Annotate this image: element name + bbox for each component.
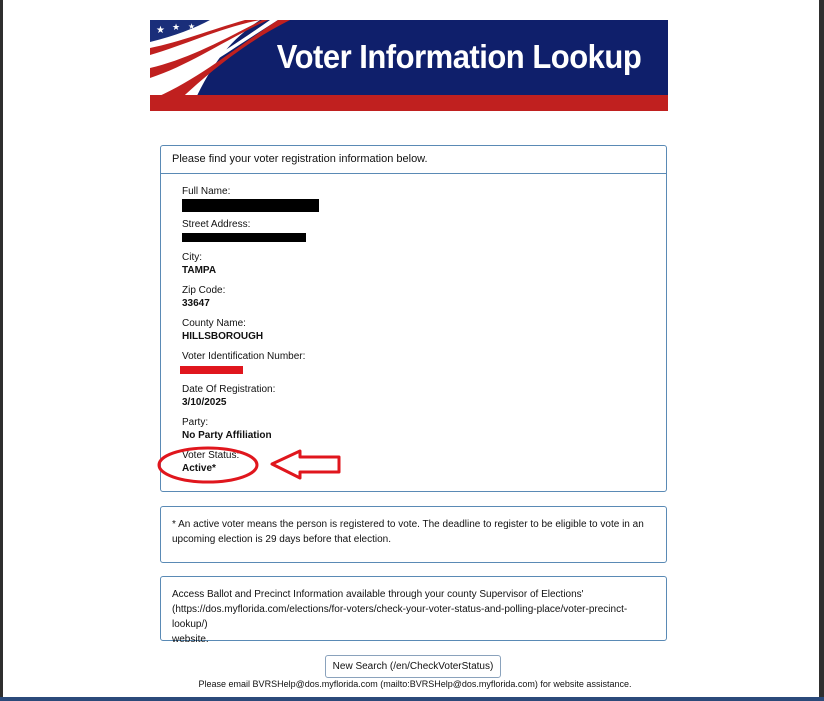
panel-heading: Please find your voter registration info… <box>161 146 666 174</box>
street-address-label: Street Address: <box>182 219 251 230</box>
status-value: Active* <box>182 463 216 474</box>
county-field: County Name: HILLSBOROUGH <box>182 318 263 342</box>
county-value: HILLSBOROUGH <box>182 331 264 342</box>
footer-help-text: Please email BVRSHelp@dos.myflorida.com … <box>198 679 632 689</box>
registration-date-field: Date Of Registration: 3/10/2025 <box>182 384 275 408</box>
access-text-line1: Access Ballot and Precinct Information a… <box>172 589 584 600</box>
active-voter-note: * An active voter means the person is re… <box>160 506 667 563</box>
full-name-label: Full Name: <box>182 186 231 197</box>
voter-id-redaction <box>180 366 243 374</box>
new-search-button[interactable]: New Search (/en/CheckVoterStatus) <box>325 655 501 678</box>
party-field: Party: No Party Affiliation <box>182 417 272 441</box>
access-text-line3: website. <box>172 634 209 645</box>
city-label: City: <box>182 252 202 263</box>
window-bottom-edge <box>0 697 824 701</box>
ballot-access-panel: Access Ballot and Precinct Information a… <box>160 576 667 645</box>
full-name-field: Full Name: <box>182 186 230 197</box>
county-label: County Name: <box>182 318 246 329</box>
party-label: Party: <box>182 417 209 428</box>
voter-id-label: Voter Identification Number: <box>182 351 306 362</box>
zip-code-value: 33647 <box>182 298 210 309</box>
voter-info-panel: Please find your voter registration info… <box>160 145 667 492</box>
header-banner: ★ ★ ★ Voter Information Lookup <box>150 20 668 111</box>
registration-date-label: Date Of Registration: <box>182 384 276 395</box>
access-link[interactable]: (https://dos.myflorida.com/elections/for… <box>172 602 655 632</box>
status-label: Voter Status: <box>182 450 240 461</box>
street-address-redaction <box>182 233 306 242</box>
zip-code-field: Zip Code: 33647 <box>182 285 225 309</box>
street-address-field: Street Address: <box>182 219 250 230</box>
page: ★ ★ ★ Voter Information Lookup Please fi… <box>3 0 819 697</box>
svg-text:★: ★ <box>156 25 165 36</box>
banner-title: Voter Information Lookup <box>276 37 642 76</box>
banner-red-stripe <box>150 95 668 111</box>
registration-date-value: 3/10/2025 <box>182 397 227 408</box>
party-value: No Party Affiliation <box>182 430 272 441</box>
full-name-redaction <box>182 199 319 212</box>
svg-text:★: ★ <box>188 22 195 31</box>
zip-code-label: Zip Code: <box>182 285 226 296</box>
svg-text:★: ★ <box>172 23 180 33</box>
city-field: City: TAMPA <box>182 252 216 276</box>
voter-id-field: Voter Identification Number: <box>182 351 305 362</box>
city-value: TAMPA <box>182 265 217 276</box>
status-field: Voter Status: Active* <box>182 450 239 474</box>
note-text: * An active voter means the person is re… <box>172 519 644 545</box>
